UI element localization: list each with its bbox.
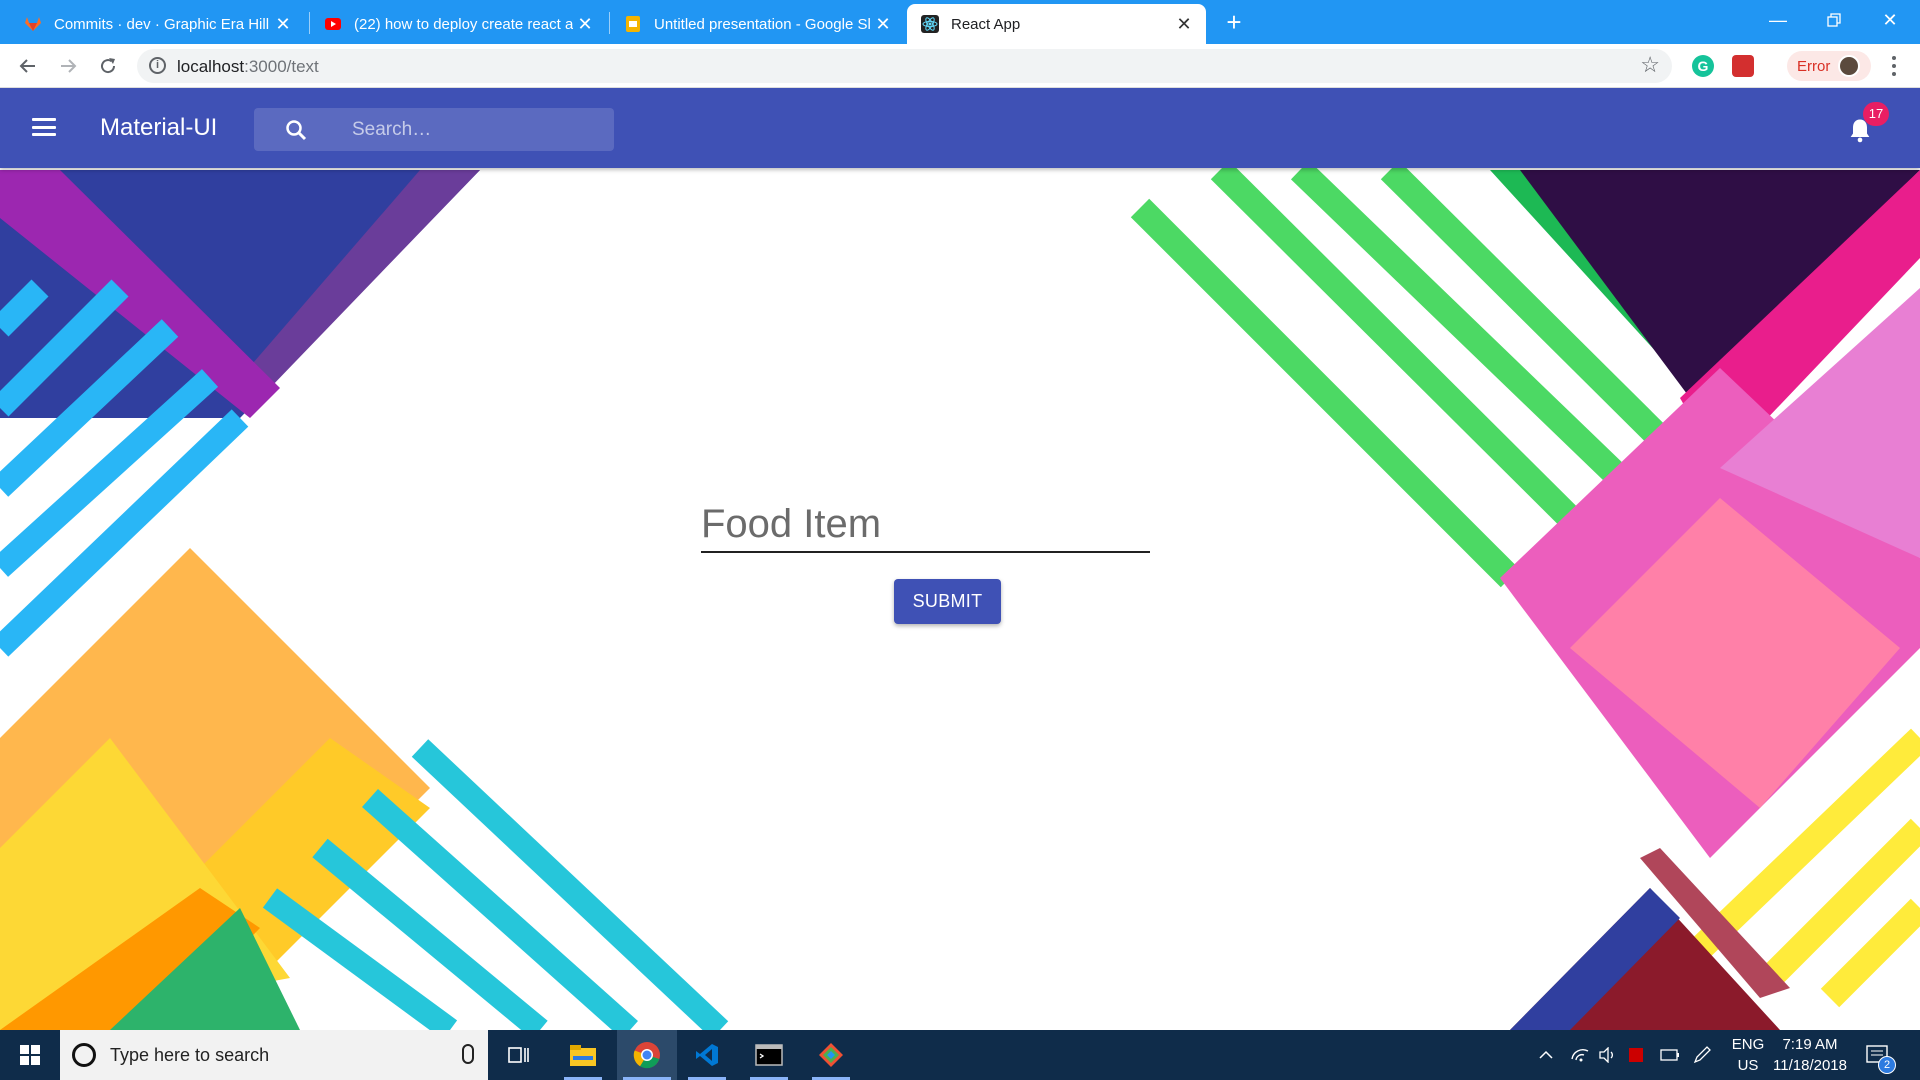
close-window-icon[interactable]: ✕	[1862, 0, 1918, 40]
browser-toolbar: i localhost:3000/text ☆ G Error	[0, 44, 1920, 88]
submit-button[interactable]: SUBMIT	[894, 579, 1001, 624]
sourcetree-icon[interactable]	[806, 1030, 856, 1080]
chrome-icon[interactable]	[617, 1030, 677, 1080]
info-icon[interactable]: i	[149, 57, 166, 74]
vscode-icon[interactable]	[682, 1030, 732, 1080]
language-indicator[interactable]: ENG US	[1730, 1034, 1766, 1076]
menu-icon[interactable]	[32, 118, 56, 136]
browser-tab-youtube[interactable]: (22) how to deploy create react a ✕	[310, 4, 607, 44]
microphone-icon[interactable]	[462, 1044, 474, 1064]
browser-tab-react-app[interactable]: React App ✕	[907, 4, 1206, 44]
food-item-input[interactable]	[701, 498, 1150, 550]
search-icon	[286, 120, 307, 141]
minimize-icon[interactable]: —	[1750, 0, 1806, 40]
profile-error-button[interactable]: Error	[1787, 51, 1871, 81]
close-tab-icon[interactable]: ✕	[871, 14, 895, 35]
close-tab-icon[interactable]: ✕	[573, 14, 597, 35]
grammarly-icon[interactable]: G	[1692, 55, 1714, 77]
browser-tab-strip: Commits · dev · Graphic Era Hill U ✕ (22…	[0, 0, 1920, 44]
pen-icon[interactable]	[1692, 1030, 1712, 1080]
taskbar-search-placeholder: Type here to search	[110, 1044, 270, 1065]
search-input[interactable]	[350, 108, 605, 151]
clock-date: 11/18/2018	[1773, 1057, 1847, 1074]
google-slides-icon	[626, 16, 640, 32]
reload-icon[interactable]	[94, 52, 122, 80]
browser-menu-icon[interactable]	[1888, 54, 1900, 78]
react-icon	[921, 15, 939, 33]
app-title: Material-UI	[100, 114, 218, 141]
browser-tab-gitlab[interactable]: Commits · dev · Graphic Era Hill U ✕	[0, 4, 305, 44]
url-text[interactable]: localhost:3000/text	[177, 57, 319, 77]
back-arrow-icon[interactable]	[14, 52, 42, 80]
tab-title: Untitled presentation - Google Sl	[654, 15, 871, 33]
cortana-icon	[72, 1043, 96, 1067]
app-bar: Material-UI 17	[0, 88, 1920, 168]
close-tab-icon[interactable]: ✕	[271, 14, 295, 35]
forward-arrow-icon[interactable]	[54, 52, 82, 80]
app-search[interactable]	[254, 108, 614, 151]
region-code: US	[1737, 1057, 1759, 1074]
language-code: ENG	[1731, 1036, 1765, 1053]
tab-title: React App	[951, 15, 1021, 33]
page-viewport: Material-UI 17 SUBMIT	[0, 88, 1920, 1030]
url-path: :3000/text	[244, 57, 319, 76]
wifi-icon[interactable]	[1570, 1030, 1590, 1080]
profile-error-label: Error	[1797, 57, 1831, 75]
restore-icon[interactable]	[1806, 0, 1862, 40]
extension-icon[interactable]	[1732, 55, 1754, 77]
notification-badge: 17	[1863, 102, 1889, 126]
taskbar-search-box[interactable]: Type here to search	[60, 1030, 488, 1080]
system-clock[interactable]: 7:19 AM 11/18/2018	[1770, 1034, 1850, 1076]
clock-time: 7:19 AM	[1782, 1036, 1838, 1053]
task-view-icon[interactable]	[497, 1030, 541, 1080]
pdf-reader-icon[interactable]	[1628, 1030, 1644, 1080]
windows-start-icon[interactable]	[0, 1030, 60, 1080]
new-tab-button[interactable]: +	[1219, 8, 1249, 38]
tab-title: (22) how to deploy create react a	[354, 15, 573, 33]
bookmark-star-icon[interactable]: ☆	[1640, 52, 1660, 78]
file-explorer-icon[interactable]	[558, 1030, 608, 1080]
address-bar[interactable]: i localhost:3000/text ☆	[137, 49, 1672, 83]
gitlab-icon	[25, 17, 41, 31]
terminal-icon[interactable]	[744, 1030, 794, 1080]
url-host: localhost	[177, 57, 245, 76]
food-form: SUBMIT	[0, 88, 1920, 1030]
svg-text:G: G	[1698, 58, 1709, 74]
battery-icon[interactable]	[1660, 1030, 1680, 1080]
youtube-icon	[325, 18, 341, 30]
browser-tab-slides[interactable]: Untitled presentation - Google Sl ✕	[610, 4, 905, 44]
close-tab-icon[interactable]: ✕	[1172, 14, 1196, 35]
avatar	[1838, 55, 1861, 77]
show-hidden-icons-icon[interactable]	[1538, 1030, 1554, 1080]
food-item-field[interactable]	[701, 498, 1150, 553]
tab-title: Commits · dev · Graphic Era Hill U	[54, 15, 271, 33]
action-center-badge: 2	[1878, 1056, 1896, 1074]
windows-taskbar: Type here to search ENG US 7:19 AM 11/18…	[0, 1030, 1920, 1080]
volume-icon[interactable]	[1598, 1030, 1616, 1080]
